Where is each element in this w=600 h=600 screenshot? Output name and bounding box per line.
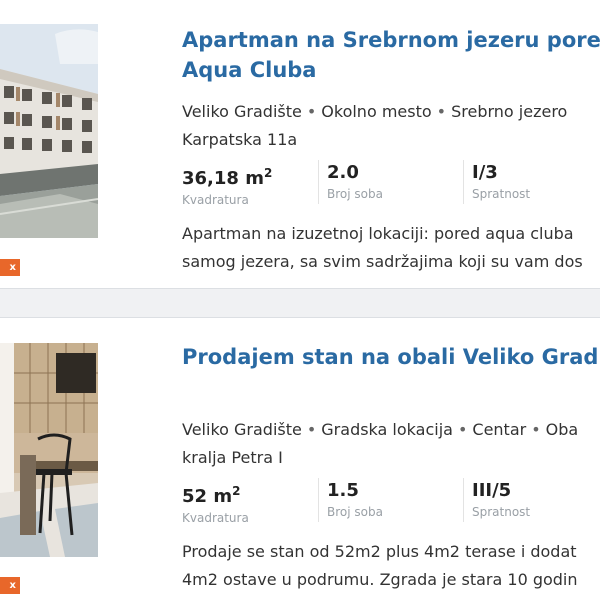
location-separator: • <box>306 102 317 121</box>
listing-badge: x <box>0 577 20 594</box>
stat-area-value: 36,18 m2 <box>182 166 273 189</box>
listing-description: Apartman na izuzetnoj lokaciji: pored aq… <box>182 220 600 276</box>
stat-floor-label: Spratnost <box>472 505 531 519</box>
stat-rooms-value: 2.0 <box>327 162 359 183</box>
stat-rooms: 2.0 Broj soba <box>318 160 463 204</box>
listing-location: Veliko Gradište • Okolno mesto • Srebrno jez… <box>182 98 567 126</box>
stat-area-label: Kvadratura <box>182 193 249 207</box>
location-separator: • <box>457 420 468 439</box>
listing-title[interactable]: Apartman na Srebrnom jezeru pored Aqua C… <box>182 25 600 85</box>
stat-floor-label: Spratnost <box>472 187 531 201</box>
location-district: Srebrno jezero <box>451 102 568 121</box>
stat-floor: III/5 Spratnost <box>463 478 600 522</box>
stat-floor-value: I/3 <box>472 162 498 183</box>
listing-street: Karpatska 11a <box>182 130 298 149</box>
listing-badge: x <box>0 259 20 276</box>
listing-card[interactable]: x Apartman na Srebrnom jezeru pored Aqua… <box>0 0 600 288</box>
stat-rooms-label: Broj soba <box>327 505 383 519</box>
description-line: Prodaje se stan od 52m2 plus 4m2 terase … <box>182 542 577 561</box>
stat-area-value: 52 m2 <box>182 484 241 507</box>
stat-area: 52 m2 Kvadratura <box>182 478 318 525</box>
listing-title-line[interactable]: Apartman na Srebrnom jezeru pored <box>182 25 600 55</box>
location-city: Veliko Gradište <box>182 102 302 121</box>
description-line: 4m2 ostave u podrumu. Zgrada je stara 10… <box>182 570 578 589</box>
stat-rooms: 1.5 Broj soba <box>318 478 463 522</box>
listing-separator <box>0 288 600 318</box>
stat-floor: I/3 Spratnost <box>463 160 600 204</box>
stat-area-label: Kvadratura <box>182 511 249 525</box>
listing-title-line[interactable]: Prodajem stan na obali Veliko Gradiš <box>182 342 600 372</box>
location-area: Gradska lokacija <box>321 420 453 439</box>
listing-description: Prodaje se stan od 52m2 plus 4m2 terase … <box>182 538 600 594</box>
listing-title[interactable]: Prodajem stan na obali Veliko Gradiš <box>182 342 600 372</box>
stat-rooms-value: 1.5 <box>327 480 359 501</box>
listing-street: kralja Petra I <box>182 448 283 467</box>
location-city: Veliko Gradište <box>182 420 302 439</box>
listing-photo[interactable] <box>0 343 98 557</box>
location-extra: Oba <box>545 420 579 439</box>
description-line: samog jezera, sa svim sadržajima koji su… <box>182 252 583 271</box>
description-line: Apartman na izuzetnoj lokaciji: pored aq… <box>182 224 574 243</box>
listing-title-line[interactable]: Aqua Cluba <box>182 55 600 85</box>
listing-photo[interactable] <box>0 24 98 238</box>
listing-card[interactable]: x Prodajem stan na obali Veliko Gradiš V… <box>0 318 600 600</box>
location-separator: • <box>306 420 317 439</box>
location-area: Okolno mesto <box>321 102 432 121</box>
stat-floor-value: III/5 <box>472 480 512 501</box>
location-separator: • <box>531 420 541 439</box>
listing-location: Veliko Gradište • Gradska lokacija • Centar •… <box>182 416 578 444</box>
stat-rooms-label: Broj soba <box>327 187 383 201</box>
location-separator: • <box>436 102 447 121</box>
location-district: Centar <box>472 420 527 439</box>
stat-area: 36,18 m2 Kvadratura <box>182 160 318 207</box>
